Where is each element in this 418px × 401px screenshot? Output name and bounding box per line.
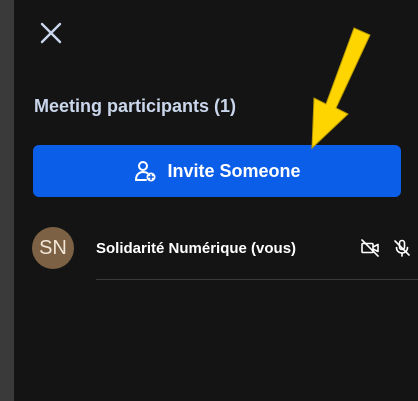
add-person-icon — [133, 159, 157, 183]
participant-item[interactable]: SN Solidarité Numérique (vous) — [32, 227, 418, 269]
participants-panel: Meeting participants (1) Invite Someone … — [14, 0, 418, 401]
close-icon — [40, 22, 62, 44]
camera-off-icon — [361, 239, 379, 257]
close-button[interactable] — [36, 18, 66, 48]
panel-title: Meeting participants (1) — [34, 96, 237, 116]
participant-divider — [96, 279, 418, 280]
left-edge — [0, 0, 14, 401]
participant-name: Solidarité Numérique (vous) — [96, 239, 297, 257]
participant-status-icons — [360, 238, 412, 258]
invite-button-label: Invite Someone — [167, 160, 301, 181]
avatar: SN — [32, 227, 74, 269]
microphone-off-icon — [394, 239, 410, 257]
annotation-arrow-icon — [311, 27, 371, 150]
